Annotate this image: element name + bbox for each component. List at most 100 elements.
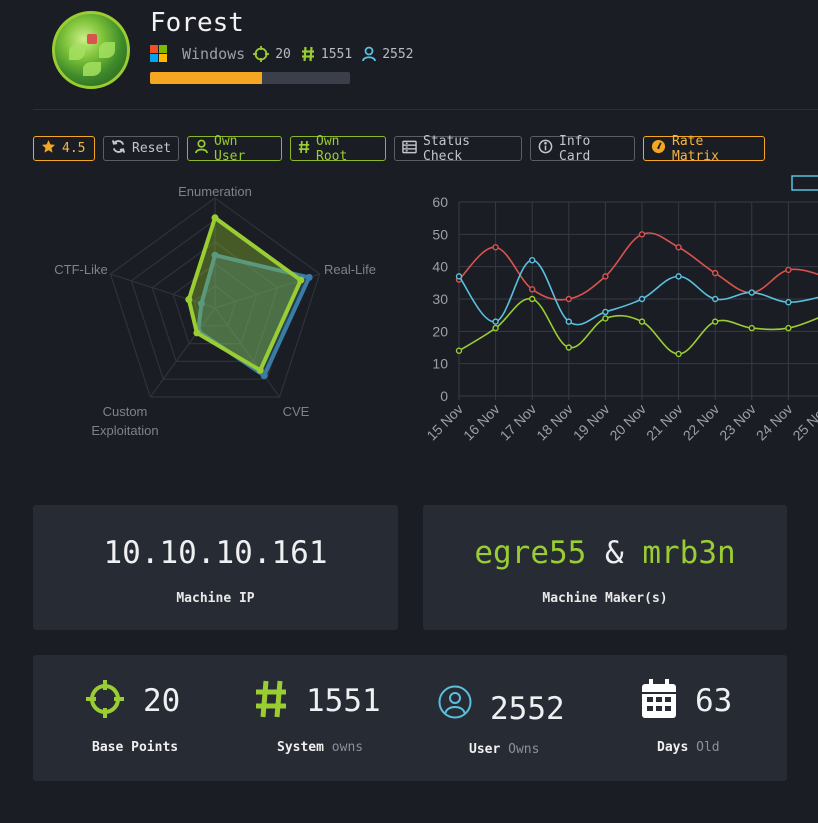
machine-header: Forest Windows 20 1551 2552 (0, 0, 818, 110)
rate-matrix-button[interactable]: Rate Matrix (643, 134, 765, 164)
line-point (638, 318, 646, 325)
maker-separator: & (604, 535, 624, 571)
machine-system-owns: 1551 (320, 46, 353, 62)
machine-ip-card: 10.10.10.161 Machine IP (33, 505, 398, 630)
machine-name: Forest (150, 8, 244, 38)
line-x-tick-label: 15 Nov (423, 401, 466, 444)
line-point (528, 295, 536, 303)
machine-ip: 10.10.10.161 (103, 535, 328, 571)
line-x-tick-label: 22 Nov (680, 401, 723, 444)
line-x-tick-label: 20 Nov (606, 401, 649, 444)
line-x-tick-label: 25 Nov (789, 401, 818, 444)
status-check-label: Status Check (423, 133, 470, 164)
base-points-stat: 20 (85, 679, 180, 723)
user-icon (195, 139, 208, 158)
radar-point (256, 366, 264, 374)
line-y-tick-label: 50 (432, 226, 448, 242)
line-point (602, 308, 609, 316)
server-icon (402, 140, 417, 158)
machine-ip-label: Machine IP (176, 591, 255, 606)
line-x-tick-label: 18 Nov (533, 401, 576, 444)
days-old-stat: 63 (641, 679, 732, 723)
maker-link-1[interactable]: egre55 (474, 535, 586, 571)
radar-point (305, 273, 313, 281)
activity-line-chart: 60 50 40 30 20 10 015 Nov16 Nov17 Nov18 Nov19 … (423, 175, 818, 444)
line-y-tick-label: 10 (432, 356, 448, 372)
base-points-value: 20 (143, 683, 181, 719)
radar-point (193, 329, 201, 337)
line-point (602, 273, 609, 280)
info-icon (538, 139, 553, 158)
line-series (458, 298, 818, 355)
line-point (492, 318, 499, 325)
days-old-value: 63 (695, 683, 733, 719)
line-point (712, 295, 719, 303)
line-point (712, 269, 719, 277)
days-old-label-dim: Old (696, 740, 720, 755)
own-root-button[interactable]: Own Root (290, 134, 386, 164)
rating-button[interactable]: 4.5 (33, 136, 95, 161)
radar-axis-label: Exploitation (91, 423, 158, 438)
machine-meta: Windows 20 1551 2552 (150, 43, 424, 65)
user-owns-label-text: User (469, 742, 501, 757)
system-owns-label: System owns (277, 740, 363, 755)
radar-axis-label: Real-Life (324, 262, 376, 277)
header-divider (33, 109, 818, 110)
line-x-tick-label: 21 Nov (643, 401, 686, 444)
days-old-label: Days Old (657, 740, 720, 755)
hash-icon (301, 46, 315, 62)
line-x-tick-label: 23 Nov (716, 401, 759, 444)
gauge-icon (651, 139, 666, 158)
info-card-button[interactable]: Info Card (530, 134, 635, 164)
line-point (565, 344, 573, 351)
machine-os: Windows (182, 45, 246, 63)
system-owns-label-text: System (277, 740, 324, 755)
machine-makers: egre55 & mrb3n (423, 535, 787, 571)
base-points-label: Base Points (92, 740, 178, 755)
maker-link-2[interactable]: mrb3n (642, 535, 735, 571)
line-y-tick-label: 40 (432, 259, 448, 275)
system-owns-label-dim: owns (331, 740, 364, 755)
line-point (748, 289, 755, 296)
hash-icon (254, 679, 288, 723)
system-owns-value: 1551 (306, 683, 381, 719)
action-bar: 4.5 Reset Own User Own Root Status Check… (33, 133, 765, 164)
line-x-tick-label: 17 Nov (497, 401, 540, 444)
line-point (675, 273, 682, 280)
days-old-label-text: Days (657, 740, 689, 755)
line-series (458, 259, 818, 326)
machine-user-owns: 2552 (382, 46, 414, 62)
status-check-button[interactable]: Status Check (394, 133, 522, 164)
line-point (455, 273, 463, 280)
rate-matrix-radar-chart: Enumeration Real-Life CVE Custom Exploitatio… (54, 184, 376, 438)
reset-button[interactable]: Reset (103, 136, 179, 161)
line-y-tick-label: 60 (432, 194, 448, 210)
machine-avatar (52, 11, 130, 89)
line-legend-box (791, 175, 818, 191)
radar-point (211, 214, 219, 222)
line-x-tick-label: 24 Nov (753, 401, 796, 444)
rating-value: 4.5 (62, 141, 86, 156)
line-point (528, 256, 536, 264)
crosshair-icon (85, 679, 125, 723)
user-owns-label-dim: Owns (508, 742, 540, 757)
radar-series-area (186, 215, 303, 373)
own-user-button[interactable]: Own User (187, 133, 282, 164)
line-point (565, 295, 573, 303)
machine-stats-card: 20 Base Points 1551 System owns 2552 Use… (33, 655, 787, 781)
line-point (455, 347, 463, 354)
hash-icon (298, 140, 310, 158)
line-point (675, 244, 682, 251)
user-owns-label: User Owns (469, 742, 539, 757)
line-point (638, 231, 646, 238)
user-icon (362, 46, 377, 62)
own-user-label: Own User (214, 133, 246, 164)
machine-progress-bar (150, 72, 350, 84)
radar-point (185, 296, 193, 304)
line-point (675, 350, 682, 358)
line-point (492, 244, 499, 251)
line-y-tick-label: 0 (440, 388, 448, 404)
machine-makers-label: Machine Maker(s) (542, 591, 668, 606)
progress-fill (150, 72, 262, 84)
reset-label: Reset (132, 141, 172, 156)
